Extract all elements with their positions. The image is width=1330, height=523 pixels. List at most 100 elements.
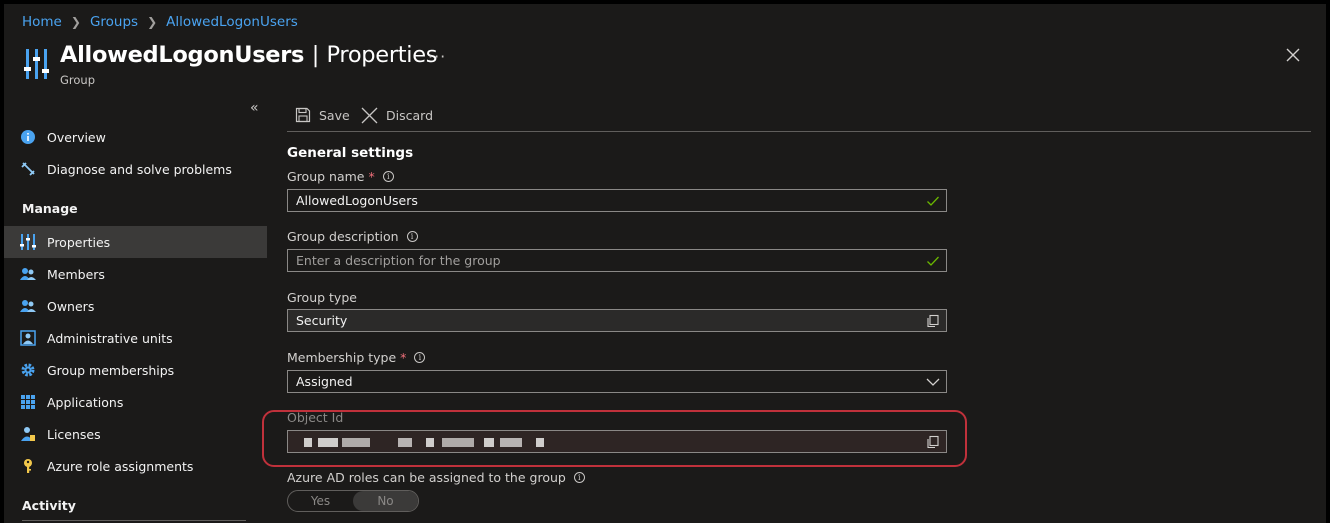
sidebar-item-label: Group memberships <box>47 362 175 378</box>
redacted-block <box>398 438 412 447</box>
owners-icon <box>20 300 36 312</box>
discard-label: Discard <box>386 107 433 123</box>
group-name-value: AllowedLogonUsers <box>296 193 418 208</box>
sidebar-item-members[interactable]: Members <box>4 258 267 290</box>
group-description-input[interactable]: Enter a description for the group <box>287 249 947 272</box>
group-name-label: Group name * i <box>287 169 394 184</box>
page-title-separator: | <box>311 42 320 68</box>
members-icon <box>20 268 36 280</box>
sidebar-item-licenses[interactable]: Licenses <box>4 418 267 450</box>
info-icon <box>21 130 35 144</box>
copy-icon[interactable] <box>926 435 940 449</box>
page-title-section: Properties <box>326 42 438 68</box>
toggle-yes[interactable]: Yes <box>288 491 353 511</box>
object-id-label-text: Object Id <box>287 410 344 425</box>
gear-icon <box>21 363 35 377</box>
info-icon[interactable]: i <box>414 352 426 363</box>
discard-button[interactable]: Discard <box>361 104 433 126</box>
sidebar-item-overview[interactable]: Overview <box>4 121 267 153</box>
redacted-block <box>484 438 494 447</box>
membership-type-select[interactable]: Assigned <box>287 370 947 393</box>
page-title-name: AllowedLogonUsers <box>60 42 305 68</box>
sidebar-item-label: Diagnose and solve problems <box>47 161 232 177</box>
group-name-input[interactable]: AllowedLogonUsers <box>287 189 947 212</box>
chevron-down-icon <box>926 378 940 386</box>
key-icon <box>24 459 32 473</box>
license-icon <box>21 427 35 441</box>
properties-icon <box>24 49 49 79</box>
azure-ad-roles-label-text: Azure AD roles can be assigned to the gr… <box>287 470 566 485</box>
membership-type-label: Membership type * i <box>287 350 426 365</box>
checkmark-icon <box>927 196 939 206</box>
group-description-label: Group description i <box>287 229 418 244</box>
sidebar-item-label: Owners <box>47 298 95 314</box>
section-title: General settings <box>287 145 414 161</box>
azure-ad-roles-label: Azure AD roles can be assigned to the gr… <box>287 470 585 485</box>
info-icon[interactable]: i <box>406 231 418 242</box>
redacted-block <box>304 438 312 447</box>
redacted-block <box>500 438 522 447</box>
sidebar-item-label: Licenses <box>47 426 101 442</box>
azure-ad-roles-toggle[interactable]: Yes No <box>287 490 419 512</box>
sidebar-item-label: Members <box>47 266 105 282</box>
membership-type-value: Assigned <box>296 374 353 389</box>
redacted-block <box>536 438 544 447</box>
group-type-label: Group type <box>287 290 357 305</box>
page-subtitle: Group <box>60 73 96 87</box>
sidebar-item-label: Properties <box>47 234 111 250</box>
sidebar-section-manage: Manage <box>22 201 78 216</box>
properties-icon <box>20 234 36 250</box>
breadcrumb-groups[interactable]: Groups <box>90 14 138 30</box>
redacted-block <box>442 438 474 447</box>
save-button[interactable]: Save <box>295 104 350 126</box>
group-name-label-text: Group name <box>287 169 365 184</box>
redacted-block <box>318 438 338 447</box>
breadcrumb-chevron-icon: ❯ <box>70 15 81 29</box>
breadcrumb: Home ❯ Groups ❯ AllowedLogonUsers <box>22 14 298 30</box>
group-description-label-text: Group description <box>287 229 399 244</box>
discard-icon <box>361 107 378 123</box>
sidebar-divider <box>22 520 246 521</box>
more-options-icon[interactable]: ··· <box>428 47 446 66</box>
toggle-no[interactable]: No <box>353 491 418 511</box>
object-id-label: Object Id <box>287 410 343 425</box>
sidebar-item-applications[interactable]: Applications <box>4 386 267 418</box>
required-marker: * <box>400 350 407 365</box>
sidebar-item-label: Overview <box>47 129 106 145</box>
checkmark-icon <box>927 256 939 266</box>
group-type-label-text: Group type <box>287 290 357 305</box>
group-type-field: Security <box>287 309 947 332</box>
membership-type-label-text: Membership type <box>287 350 397 365</box>
sidebar-item-owners[interactable]: Owners <box>4 290 267 322</box>
sidebar-item-label: Administrative units <box>47 330 173 346</box>
redacted-block <box>342 438 370 447</box>
save-label: Save <box>319 107 350 123</box>
group-type-value: Security <box>296 313 348 328</box>
page-title: AllowedLogonUsers | Properties <box>60 42 438 68</box>
close-icon[interactable] <box>1286 48 1300 62</box>
info-icon[interactable]: i <box>573 472 585 483</box>
redacted-block <box>426 438 434 447</box>
collapse-sidebar-icon[interactable]: « <box>250 100 259 116</box>
group-description-placeholder: Enter a description for the group <box>296 253 501 268</box>
wrench-icon <box>21 162 35 176</box>
breadcrumb-current[interactable]: AllowedLogonUsers <box>166 14 298 30</box>
breadcrumb-chevron-icon: ❯ <box>147 15 158 29</box>
admin-units-icon <box>20 330 36 346</box>
apps-grid-icon <box>21 395 35 409</box>
portal-frame: Home ❯ Groups ❯ AllowedLogonUsers Allowe… <box>4 4 1326 523</box>
sidebar-item-properties[interactable]: Properties <box>4 226 267 258</box>
sidebar-item-diagnose[interactable]: Diagnose and solve problems <box>4 153 267 185</box>
sidebar-item-administrative-units[interactable]: Administrative units <box>4 322 267 354</box>
sidebar-item-label: Azure role assignments <box>47 458 194 474</box>
required-marker: * <box>368 169 375 184</box>
toolbar-divider <box>287 131 1311 132</box>
breadcrumb-home[interactable]: Home <box>22 14 62 30</box>
sidebar-item-label: Applications <box>47 394 124 410</box>
sidebar-item-azure-role-assignments[interactable]: Azure role assignments <box>4 450 267 482</box>
sidebar-item-group-memberships[interactable]: Group memberships <box>4 354 267 386</box>
object-id-field <box>287 430 947 453</box>
save-icon <box>295 107 311 123</box>
copy-icon[interactable] <box>926 314 940 328</box>
info-icon[interactable]: i <box>382 171 394 182</box>
